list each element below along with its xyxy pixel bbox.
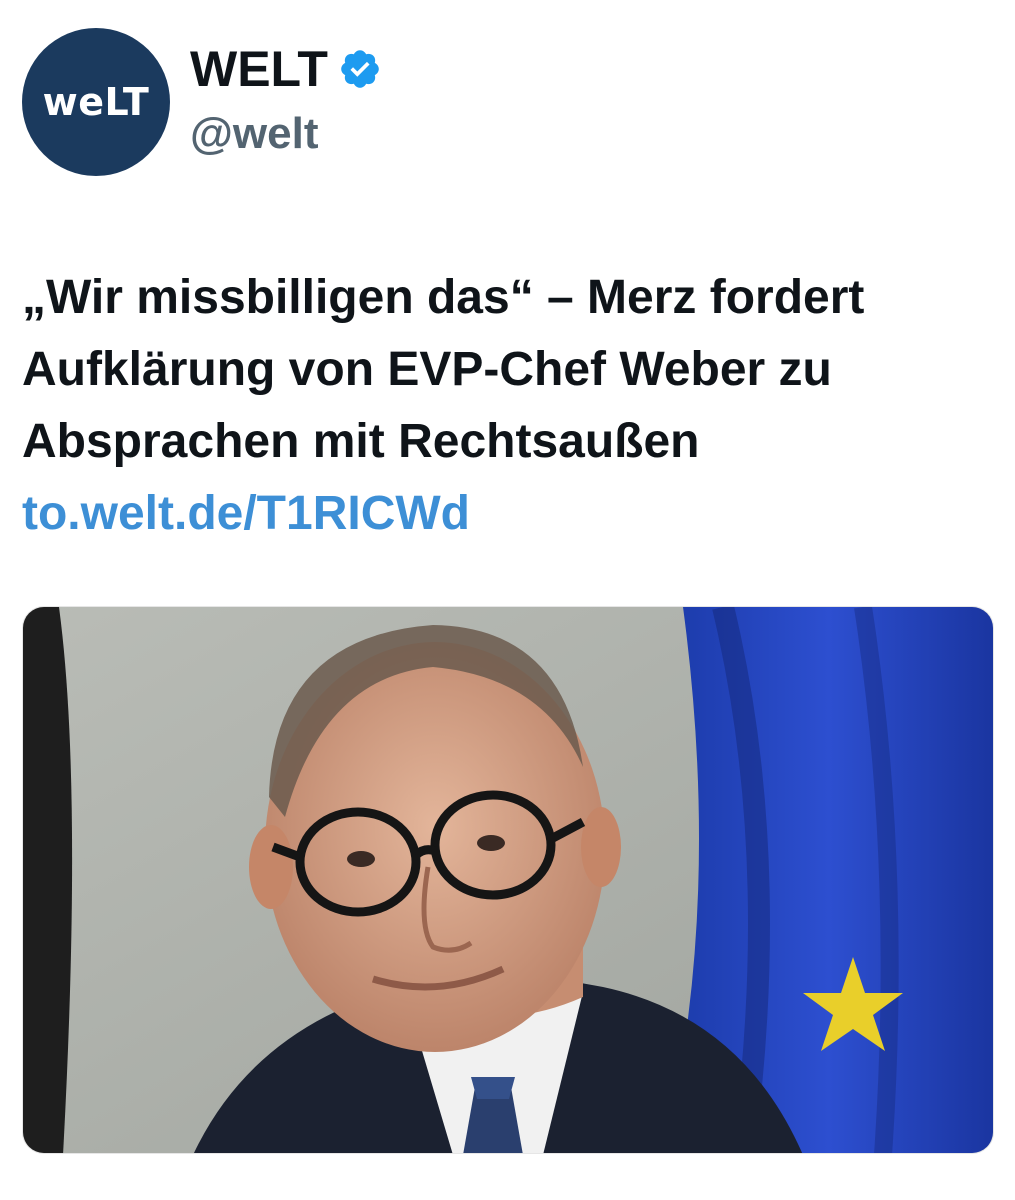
verified-badge-icon (341, 50, 379, 88)
tweet-card: weLT WELT @welt „Wir missbilligen das“ –… (0, 0, 1015, 1200)
tweet-link[interactable]: to.welt.de/T1RICWd (22, 478, 1002, 550)
avatar-logo-text: weLT (42, 80, 150, 124)
photo-icon (23, 607, 993, 1153)
avatar[interactable]: weLT (22, 28, 170, 176)
display-name[interactable]: WELT (190, 44, 328, 94)
tweet-headline: „Wir missbilligen das“ – Merz fordert Au… (22, 271, 865, 468)
tweet-photo[interactable] (22, 606, 994, 1154)
tweet-body: „Wir missbilligen das“ – Merz fordert Au… (22, 262, 1002, 550)
name-row: WELT (190, 44, 382, 94)
account-handle[interactable]: @welt (190, 112, 318, 156)
